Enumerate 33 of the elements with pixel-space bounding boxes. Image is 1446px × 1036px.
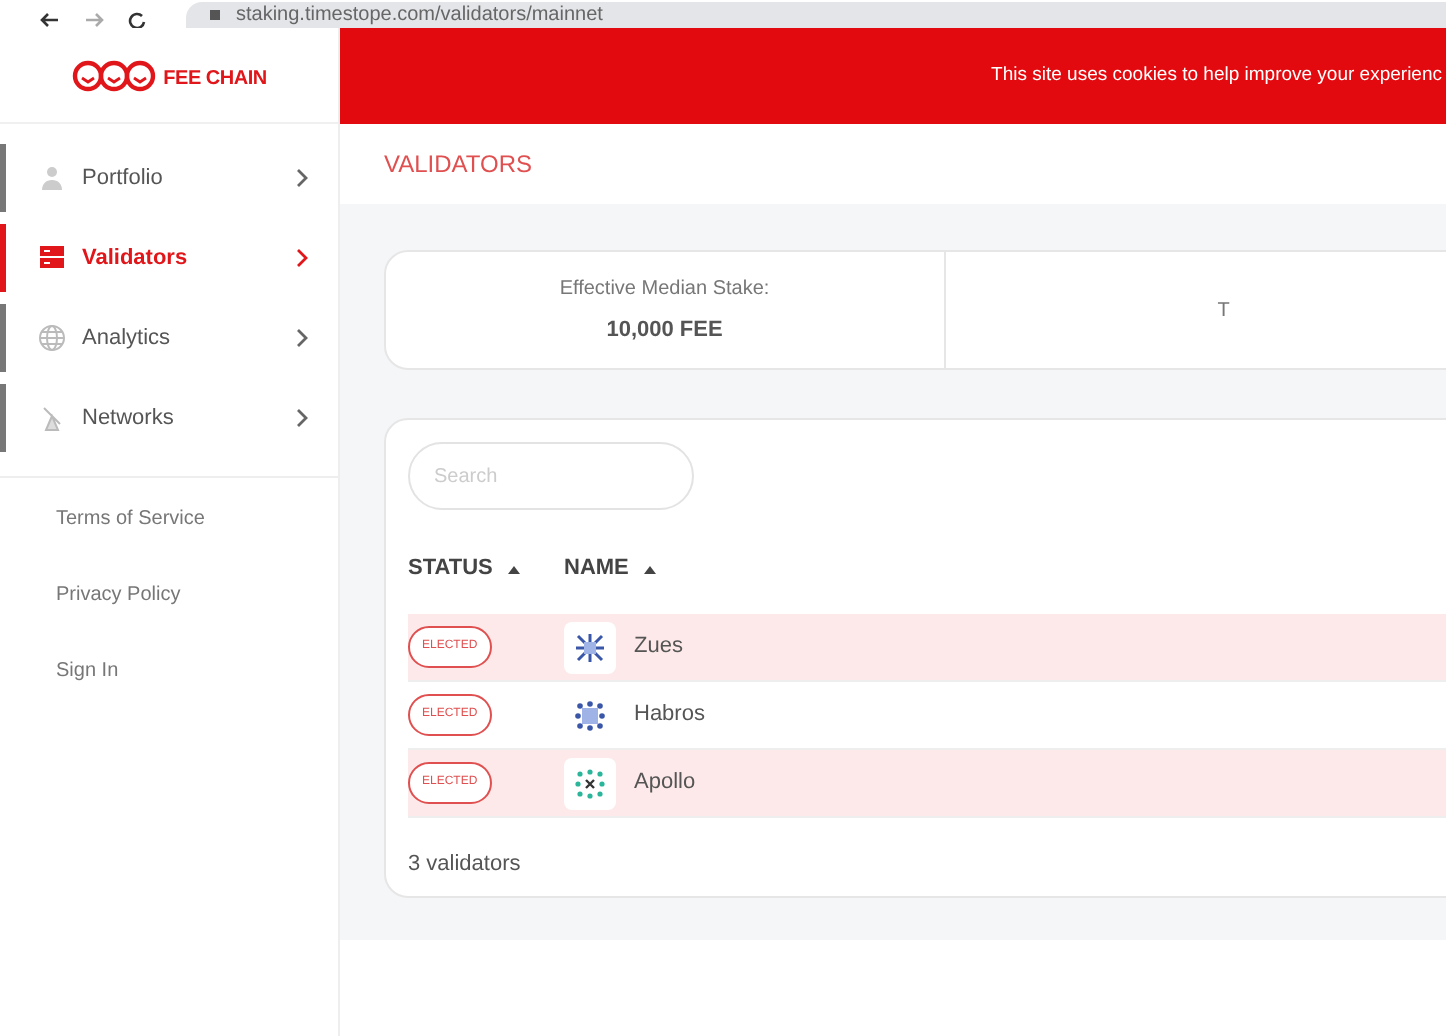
stat-label: Effective Median Stake: bbox=[559, 275, 770, 304]
page-title: VALIDATORS bbox=[382, 148, 535, 182]
logo-text: FEE CHAIN bbox=[163, 66, 267, 94]
reload-icon[interactable] bbox=[128, 12, 146, 28]
footer-link[interactable]: Sign In bbox=[56, 656, 119, 686]
cookie-banner-text: This site uses cookies to help improve your experienc bbox=[991, 61, 1442, 90]
logo-icon bbox=[71, 59, 156, 91]
avatar-icon bbox=[564, 757, 616, 809]
column-header[interactable]: STATUS bbox=[408, 552, 564, 586]
sort-icon bbox=[508, 565, 521, 573]
url-text: staking.timestope.com/validators/mainnet bbox=[236, 3, 603, 27]
stat-value: 10,000 FEE bbox=[606, 315, 723, 346]
chevron-icon bbox=[296, 168, 310, 188]
validator-name: Apollo bbox=[634, 768, 696, 799]
validator-name: Habros bbox=[634, 700, 705, 731]
avatar-icon bbox=[564, 621, 616, 673]
column-header[interactable]: NAME bbox=[564, 552, 657, 586]
chevron-icon bbox=[296, 408, 310, 428]
address-bar[interactable]: staking.timestope.com/validators/mainnet bbox=[186, 2, 1446, 28]
sort-icon bbox=[644, 565, 657, 573]
stat-label: T bbox=[1217, 297, 1230, 325]
lock-icon bbox=[210, 10, 220, 20]
chevron-icon bbox=[296, 248, 310, 268]
validator-count: 3 validators bbox=[408, 850, 521, 880]
person-icon bbox=[38, 164, 66, 192]
globe-icon bbox=[38, 324, 66, 352]
antenna-icon bbox=[38, 404, 66, 432]
back-icon[interactable] bbox=[40, 12, 60, 28]
chevron-icon bbox=[296, 328, 310, 348]
server-icon bbox=[38, 244, 66, 272]
validator-name: Zues bbox=[634, 632, 683, 663]
footer-link[interactable]: Privacy Policy bbox=[56, 580, 181, 610]
footer-link[interactable]: Terms of Service bbox=[56, 504, 205, 534]
